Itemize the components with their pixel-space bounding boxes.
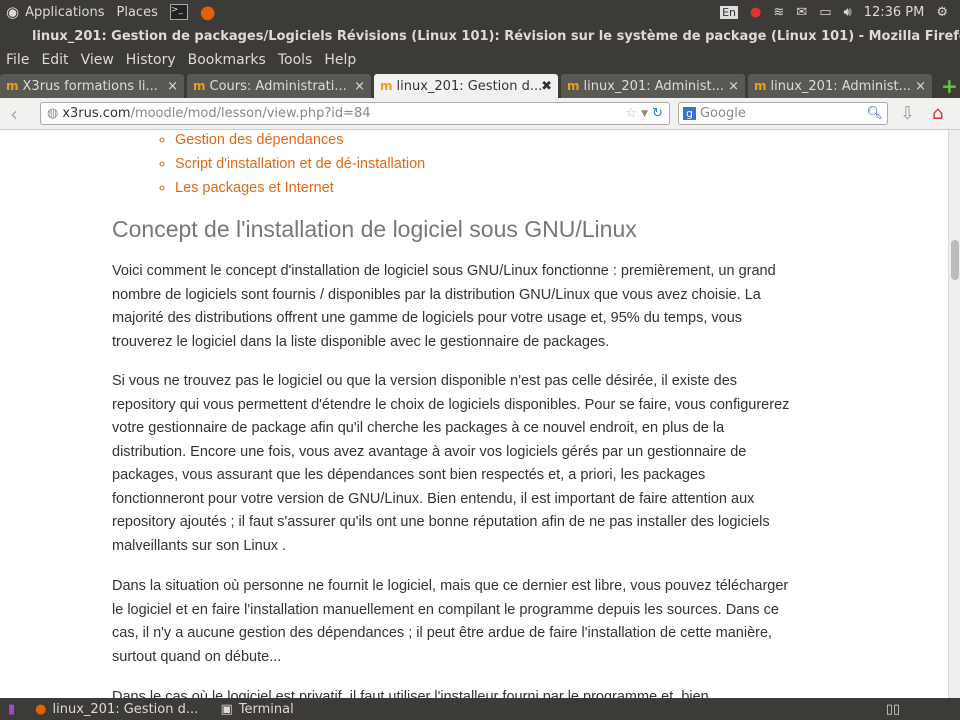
globe-icon: ◍ bbox=[47, 106, 59, 121]
home-icon[interactable]: ⌂ bbox=[932, 103, 943, 124]
tab-strip: m X3rus formations li... × m Cours: Adminis… bbox=[0, 72, 960, 98]
tab-active[interactable]: m linux_201: Gestion d... ✖ bbox=[374, 74, 558, 98]
paragraph: Dans le cas où le logiciel est privatif,… bbox=[112, 689, 709, 698]
clock[interactable]: 12:36 PM bbox=[864, 5, 925, 20]
menu-edit[interactable]: Edit bbox=[41, 52, 68, 68]
menu-bookmarks[interactable]: Bookmarks bbox=[188, 52, 266, 68]
page-content: Gestion des dépendances Script d'install… bbox=[0, 130, 948, 698]
tab[interactable]: m Cours: Administrati... × bbox=[187, 74, 371, 98]
volume-icon[interactable]: 🔊︎ bbox=[843, 5, 851, 20]
moodle-icon: m bbox=[6, 79, 19, 93]
ubuntu-logo-icon[interactable]: ◉ bbox=[6, 3, 19, 21]
taskbar-firefox[interactable]: linux_201: Gestion d... bbox=[53, 702, 213, 717]
close-tab-icon[interactable]: × bbox=[167, 79, 178, 94]
wifi-icon[interactable]: ≋ bbox=[773, 5, 784, 20]
close-tab-icon[interactable]: × bbox=[915, 79, 926, 94]
close-tab-icon[interactable]: × bbox=[728, 79, 739, 94]
paragraph: Voici comment le concept d'installation … bbox=[112, 263, 776, 350]
back-button[interactable]: ‹ bbox=[10, 102, 18, 126]
menu-file[interactable]: File bbox=[6, 52, 29, 68]
update-icon[interactable]: ● bbox=[750, 5, 761, 20]
chevron-down-icon[interactable]: ▼ bbox=[641, 109, 648, 119]
tab[interactable]: m X3rus formations li... × bbox=[0, 74, 184, 98]
url-bar[interactable]: ◍ x3rus.com/moodle/mod/lesson/view.php?i… bbox=[40, 102, 670, 125]
window-title: linux_201: Gestion de packages/Logiciels… bbox=[32, 28, 960, 44]
close-tab-icon[interactable]: ✖ bbox=[541, 79, 552, 94]
moodle-icon: m bbox=[754, 79, 767, 93]
moodle-icon: m bbox=[193, 79, 206, 93]
menu-history[interactable]: History bbox=[126, 52, 176, 68]
battery-icon[interactable]: ▭ bbox=[819, 5, 831, 20]
scrollbar-thumb[interactable] bbox=[951, 240, 959, 280]
navigation-bar: ‹ ◍ x3rus.com/moodle/mod/lesson/view.php… bbox=[0, 98, 960, 130]
bookmark-star-icon[interactable]: ☆ bbox=[626, 106, 638, 121]
paragraph: Dans la situation où personne ne fournit… bbox=[112, 578, 789, 665]
tab[interactable]: m linux_201: Administ... × bbox=[561, 74, 745, 98]
link-packages-internet[interactable]: Les packages et Internet bbox=[175, 176, 425, 200]
keyboard-indicator[interactable]: En bbox=[720, 5, 739, 19]
section-heading: Concept de l'installation de logiciel so… bbox=[112, 216, 637, 242]
moodle-icon: m bbox=[567, 79, 580, 93]
link-script-installation[interactable]: Script d'installation et de dé-installat… bbox=[175, 152, 425, 176]
mail-icon[interactable]: ✉ bbox=[796, 5, 807, 20]
search-input[interactable]: g Google 🔍︎ bbox=[678, 102, 888, 125]
paragraph: Si vous ne trouvez pas le logiciel ou qu… bbox=[112, 373, 790, 554]
link-gestion-dependances[interactable]: Gestion des dépendances bbox=[175, 130, 425, 152]
scrollbar[interactable] bbox=[948, 130, 960, 698]
firefox-icon: ● bbox=[35, 701, 47, 717]
applications-menu[interactable]: Applications bbox=[25, 5, 104, 20]
taskbar-terminal[interactable]: Terminal bbox=[239, 702, 294, 717]
section-links: Gestion des dépendances Script d'install… bbox=[175, 130, 425, 200]
google-icon: g bbox=[683, 107, 696, 120]
firefox-launcher-icon[interactable]: ● bbox=[200, 2, 216, 23]
download-icon[interactable]: ⇩ bbox=[900, 103, 915, 124]
moodle-icon: m bbox=[380, 79, 393, 93]
terminal-launcher-icon[interactable]: >_ bbox=[169, 4, 188, 20]
menu-help[interactable]: Help bbox=[324, 52, 356, 68]
workspace-switcher-icon[interactable]: ▯▯ bbox=[886, 702, 900, 717]
new-tab-button[interactable]: + bbox=[941, 74, 958, 98]
show-desktop-icon[interactable]: ▮ bbox=[8, 702, 15, 717]
taskbar: ▮ ● linux_201: Gestion d... ▣ Terminal ▯… bbox=[0, 698, 960, 720]
reload-icon[interactable]: ↻ bbox=[652, 106, 663, 121]
menu-tools[interactable]: Tools bbox=[278, 52, 313, 68]
tab[interactable]: m linux_201: Administ... × bbox=[748, 74, 932, 98]
gear-icon[interactable]: ⚙ bbox=[936, 5, 948, 20]
top-panel: ◉ Applications Places >_ ● En ● ≋ ✉ ▭ 🔊︎… bbox=[0, 0, 960, 24]
window-titlebar: linux_201: Gestion de packages/Logiciels… bbox=[0, 24, 960, 48]
menu-bar: File Edit View History Bookmarks Tools H… bbox=[0, 48, 960, 72]
terminal-icon: ▣ bbox=[220, 701, 233, 717]
close-tab-icon[interactable]: × bbox=[354, 79, 365, 94]
places-menu[interactable]: Places bbox=[117, 5, 158, 20]
search-icon[interactable]: 🔍︎ bbox=[866, 106, 883, 121]
menu-view[interactable]: View bbox=[81, 52, 114, 68]
